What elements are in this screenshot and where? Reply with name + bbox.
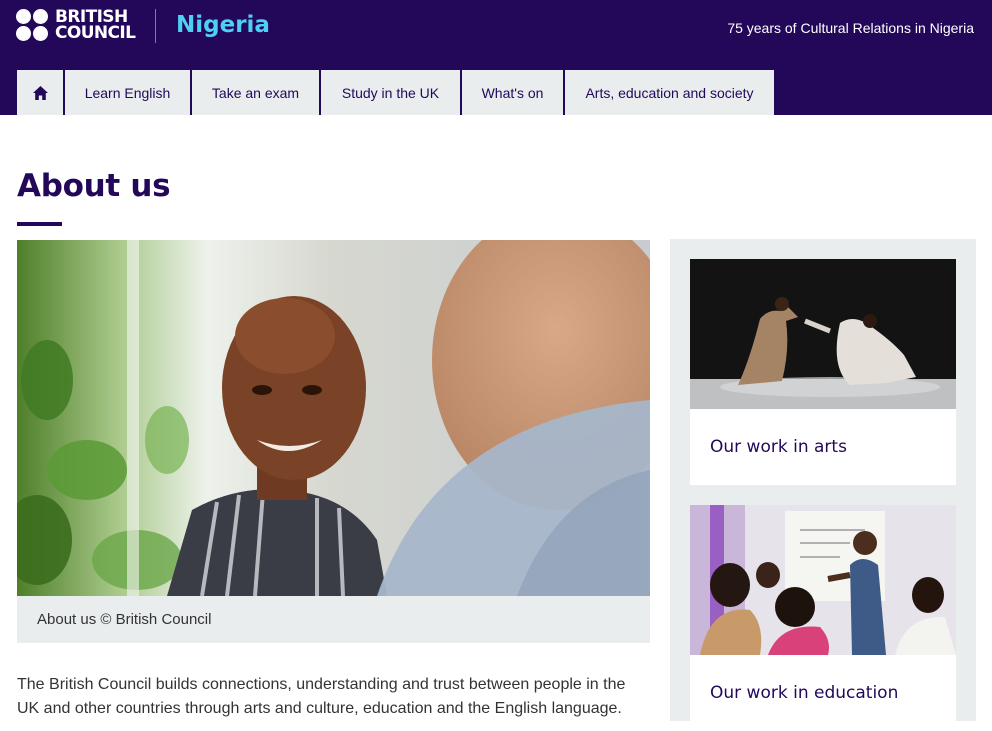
hero-image — [17, 240, 650, 596]
card-education-title: Our work in education — [710, 683, 899, 703]
country-name[interactable]: Nigeria — [176, 12, 270, 38]
nav-item-whats-on[interactable]: What's on — [462, 70, 563, 115]
nav-home-button[interactable] — [17, 70, 63, 115]
page-title: About us — [17, 168, 171, 204]
intro-paragraph: The British Council builds connections, … — [17, 676, 626, 717]
main-navigation: Learn English Take an exam Study in the … — [17, 70, 776, 115]
nav-item-study-in-the-uk[interactable]: Study in the UK — [321, 70, 460, 115]
header-tagline: 75 years of Cultural Relations in Nigeri… — [727, 20, 974, 36]
british-council-logo[interactable]: BRITISH COUNCIL — [16, 9, 136, 43]
header-divider — [155, 9, 156, 43]
title-underline — [17, 222, 62, 226]
logo-dots-icon — [16, 9, 48, 41]
card-education-image — [690, 505, 956, 655]
card-arts-image — [690, 259, 956, 409]
site-header: BRITISH COUNCIL Nigeria 75 years of Cult… — [0, 0, 992, 115]
card-education[interactable]: Our work in education — [690, 505, 956, 731]
hero-caption: About us © British Council — [17, 596, 650, 643]
logo-wordmark: BRITISH COUNCIL — [55, 9, 136, 43]
logo-line-2: COUNCIL — [55, 23, 136, 43]
nav-item-learn-english[interactable]: Learn English — [65, 70, 190, 115]
card-arts-title: Our work in arts — [710, 437, 847, 457]
home-icon — [32, 85, 48, 100]
card-arts[interactable]: Our work in arts — [690, 259, 956, 485]
sidebar: Our work in arts Our work in education — [670, 239, 976, 731]
nav-item-take-an-exam[interactable]: Take an exam — [192, 70, 319, 115]
nav-item-arts-education-society[interactable]: Arts, education and society — [565, 70, 774, 115]
